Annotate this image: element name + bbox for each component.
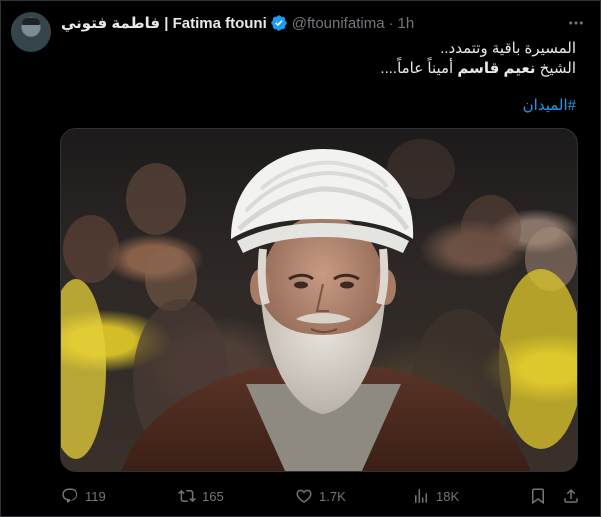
- tweet-line-1: المسيرة باقية وتتمدد..: [440, 40, 576, 57]
- repost-count: 165: [202, 488, 224, 504]
- tweet-line-2-start: الشيخ: [535, 60, 576, 77]
- tweet-card[interactable]: فاطمة فتوني | Fatima ftouni @ftounifatim…: [0, 0, 601, 517]
- reply-button[interactable]: 119: [61, 485, 106, 507]
- author-handle[interactable]: @ftounifatima: [292, 15, 385, 32]
- tweet-time[interactable]: 1h: [398, 15, 415, 32]
- tweet-line-2-end: أميناً عاماً....: [380, 60, 458, 77]
- views-count: 18K: [436, 488, 460, 504]
- verified-badge-icon: [270, 14, 288, 32]
- tweet-actions: 119 165 1.7K 18K: [1, 485, 601, 507]
- repost-button[interactable]: 165: [178, 485, 224, 507]
- repost-icon: [178, 489, 196, 503]
- hashtag-link[interactable]: #الميدان: [523, 96, 576, 114]
- views-icon: [415, 489, 427, 503]
- author-name[interactable]: فاطمة فتوني | Fatima ftouni: [61, 14, 267, 32]
- like-count: 1.7K: [319, 488, 346, 504]
- separator-dot: ·: [388, 14, 394, 32]
- share-icon: [564, 488, 578, 503]
- share-button[interactable]: [562, 485, 580, 507]
- reply-icon: [62, 488, 78, 504]
- portrait-photo: [61, 139, 577, 471]
- tweet-text: المسيرة باقية وتتمدد.. الشيخ نعيم قاسم أ…: [380, 39, 576, 79]
- views-button[interactable]: 18K: [412, 485, 459, 507]
- tweet-media-image[interactable]: [60, 128, 578, 472]
- reply-count: 119: [85, 488, 106, 504]
- tweet-line-2-bold: نعيم قاسم: [457, 60, 536, 77]
- like-icon: [296, 489, 312, 503]
- avatar[interactable]: [11, 12, 51, 52]
- bookmark-button[interactable]: [529, 485, 547, 507]
- tweet-header: فاطمة فتوني | Fatima ftouni @ftounifatim…: [61, 13, 414, 33]
- tweet-line-2: الشيخ نعيم قاسم أميناً عاماً....: [380, 59, 576, 79]
- like-button[interactable]: 1.7K: [295, 485, 346, 507]
- more-icon[interactable]: [566, 13, 586, 33]
- bookmark-icon: [532, 488, 544, 505]
